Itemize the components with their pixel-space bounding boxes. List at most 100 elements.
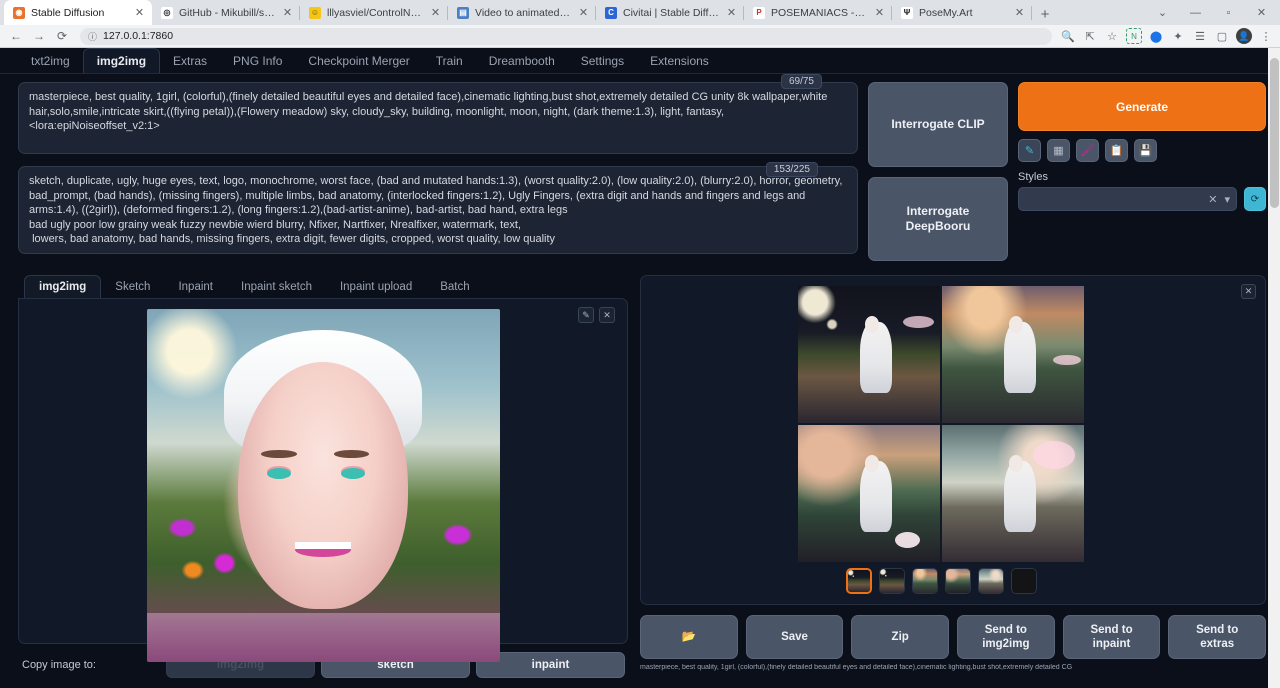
tab-txt2img[interactable]: txt2img: [18, 49, 83, 73]
chevron-down-icon[interactable]: ▾: [1224, 193, 1230, 206]
browser-tab-1[interactable]: ◎ GitHub - Mikubill/sd-webui-cont ✕: [152, 0, 300, 25]
result-image-grid[interactable]: [798, 286, 1084, 562]
reload-icon[interactable]: ⟳: [52, 26, 72, 46]
close-remove-icon[interactable]: ✕: [599, 307, 615, 323]
pencil-edit-icon[interactable]: ✎: [578, 307, 594, 323]
new-tab-button[interactable]: +: [1032, 3, 1058, 25]
positive-prompt-field[interactable]: masterpiece, best quality, 1girl, (color…: [18, 82, 858, 154]
tab-img2img[interactable]: img2img: [83, 48, 160, 73]
extension-n-icon[interactable]: N: [1126, 28, 1142, 44]
generate-button[interactable]: Generate: [1018, 82, 1266, 131]
main-work-area: img2img Sketch Inpaint Inpaint sketch In…: [0, 275, 1280, 678]
apply-style-icon[interactable]: ⟳: [1244, 187, 1266, 211]
thumbnail-5-dark[interactable]: [1011, 568, 1037, 594]
copy-image-label: Copy image to:: [18, 659, 163, 671]
zip-button[interactable]: Zip: [851, 615, 949, 659]
send-to-inpaint-button[interactable]: Send to inpaint: [1063, 615, 1161, 659]
minimize-icon[interactable]: —: [1179, 0, 1212, 25]
browser-tab-3[interactable]: ▤ Video to animated GIF converter ✕: [448, 0, 596, 25]
browser-tab-2[interactable]: ☺ lllyasviel/ControlNet at main ✕: [300, 0, 448, 25]
search-icon[interactable]: 🔍: [1060, 28, 1076, 44]
result-cell-4[interactable]: [942, 425, 1084, 562]
back-icon[interactable]: ←: [6, 26, 26, 46]
chevron-down-icon[interactable]: ⌄: [1146, 0, 1179, 25]
sync-circle-icon[interactable]: ⬤: [1148, 28, 1164, 44]
browser-tab-5[interactable]: P POSEMANIACS - Royalty free 3 ✕: [744, 0, 892, 25]
close-icon[interactable]: ✕: [577, 6, 590, 19]
positive-token-counter: 69/75: [781, 74, 822, 89]
reading-list-icon[interactable]: ☰: [1192, 28, 1208, 44]
site-info-icon[interactable]: ⓘ: [88, 30, 97, 43]
img2img-left-panel: img2img Sketch Inpaint Inpaint sketch In…: [18, 275, 628, 678]
save-style-icon[interactable]: 💾: [1134, 139, 1157, 162]
close-icon[interactable]: ✕: [1241, 284, 1256, 299]
result-cell-1[interactable]: [798, 286, 940, 423]
prompt-action-icons: ✎ ▦ 🖌 📋 💾: [1018, 139, 1266, 162]
result-cell-2[interactable]: [942, 286, 1084, 423]
puzzle-extension-icon[interactable]: ✦: [1170, 28, 1186, 44]
scrollbar-thumb[interactable]: [1270, 58, 1279, 208]
close-window-icon[interactable]: ✕: [1245, 0, 1278, 25]
interrogate-clip-button[interactable]: Interrogate CLIP: [868, 82, 1008, 167]
close-icon[interactable]: ✕: [873, 6, 886, 19]
trash-grid-icon[interactable]: ▦: [1047, 139, 1070, 162]
browser-tab-6[interactable]: Ψ PoseMy.Art ✕: [892, 0, 1032, 25]
browser-tab-0[interactable]: ◉ Stable Diffusion ✕: [4, 0, 152, 25]
github-icon: ◎: [161, 7, 173, 19]
result-cell-3[interactable]: [798, 425, 940, 562]
profile-avatar-icon[interactable]: 👤: [1236, 28, 1252, 44]
browser-toolbar: ← → ⟳ ⓘ 127.0.0.1:7860 🔍 ⇱ ☆ N ⬤ ✦ ☰ ▢ 👤…: [0, 25, 1280, 48]
tab-checkpoint-merger[interactable]: Checkpoint Merger: [295, 49, 422, 73]
thumbnail-grid[interactable]: [846, 568, 872, 594]
send-to-img2img-button[interactable]: Send to img2img: [957, 615, 1055, 659]
subtab-inpaint[interactable]: Inpaint: [164, 276, 227, 298]
subtab-inpaint-upload[interactable]: Inpaint upload: [326, 276, 426, 298]
close-icon[interactable]: ✕: [1013, 6, 1026, 19]
tab-dreambooth[interactable]: Dreambooth: [476, 49, 568, 73]
subtab-sketch[interactable]: Sketch: [101, 276, 164, 298]
three-dot-menu-icon[interactable]: ⋮: [1258, 28, 1274, 44]
bookmark-star-icon[interactable]: ☆: [1104, 28, 1120, 44]
thumb-art: [848, 570, 870, 592]
clear-icon[interactable]: ✕: [1208, 193, 1217, 206]
thumbnail-3[interactable]: [945, 568, 971, 594]
generate-column: Generate ✎ ▦ 🖌 📋 💾 Styles ✕ ▾: [1018, 82, 1266, 261]
subtab-img2img[interactable]: img2img: [24, 275, 101, 298]
maximize-icon[interactable]: ▫: [1212, 0, 1245, 25]
sidepanel-icon[interactable]: ▢: [1214, 28, 1230, 44]
tab-settings[interactable]: Settings: [568, 49, 637, 73]
open-folder-button[interactable]: 📂: [640, 615, 738, 659]
portrait-brow-left: [261, 450, 296, 458]
subtab-inpaint-sketch[interactable]: Inpaint sketch: [227, 276, 326, 298]
address-bar[interactable]: ⓘ 127.0.0.1:7860: [80, 28, 1052, 45]
negative-token-counter: 153/225: [766, 162, 818, 177]
styles-dropdown[interactable]: ✕ ▾: [1018, 187, 1237, 211]
forward-icon[interactable]: →: [29, 26, 49, 46]
clipboard-icon[interactable]: 📋: [1105, 139, 1128, 162]
browser-tab-4[interactable]: C Civitai | Stable Diffusion models ✕: [596, 0, 744, 25]
share-icon[interactable]: ⇱: [1082, 28, 1098, 44]
close-icon[interactable]: ✕: [429, 6, 442, 19]
paintbrush-icon[interactable]: 🖌: [1076, 139, 1099, 162]
paint-arrow-icon[interactable]: ✎: [1018, 139, 1041, 162]
thumb-art: [1012, 569, 1036, 593]
close-icon[interactable]: ✕: [133, 6, 146, 19]
negative-prompt-field[interactable]: sketch, duplicate, ugly, huge eyes, text…: [18, 166, 858, 254]
close-icon[interactable]: ✕: [281, 6, 294, 19]
thumbnail-2[interactable]: [912, 568, 938, 594]
page-scrollbar[interactable]: [1268, 48, 1280, 688]
gallery-thumbnail-strip: [846, 568, 1037, 594]
tab-extensions[interactable]: Extensions: [637, 49, 722, 73]
thumbnail-4[interactable]: [978, 568, 1004, 594]
browser-tab-title: GitHub - Mikubill/sd-webui-cont: [179, 7, 275, 19]
tab-png-info[interactable]: PNG Info: [220, 49, 295, 73]
interrogate-deepbooru-button[interactable]: Interrogate DeepBooru: [868, 177, 1008, 261]
send-to-extras-button[interactable]: Send to extras: [1168, 615, 1266, 659]
subtab-batch[interactable]: Batch: [426, 276, 483, 298]
tab-train[interactable]: Train: [423, 49, 476, 73]
tab-extras[interactable]: Extras: [160, 49, 220, 73]
close-icon[interactable]: ✕: [725, 6, 738, 19]
save-button[interactable]: Save: [746, 615, 844, 659]
source-image[interactable]: [147, 309, 500, 662]
thumbnail-1[interactable]: [879, 568, 905, 594]
